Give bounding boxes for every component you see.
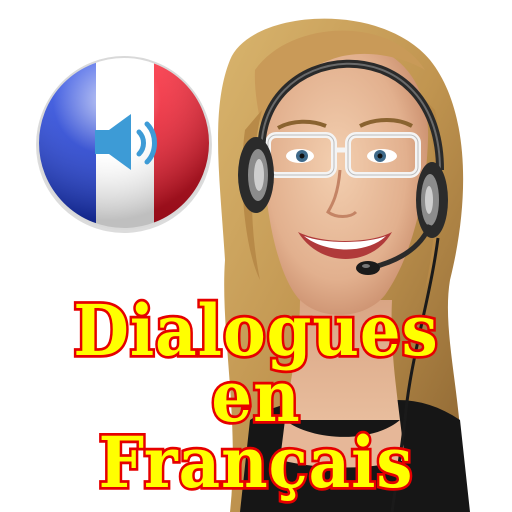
french-flag-speaker-badge[interactable] — [33, 52, 215, 234]
app-icon: Dialogues en Français — [0, 0, 512, 512]
app-title: Dialogues en Français — [0, 289, 512, 506]
title-line-francais: Français — [96, 421, 415, 506]
